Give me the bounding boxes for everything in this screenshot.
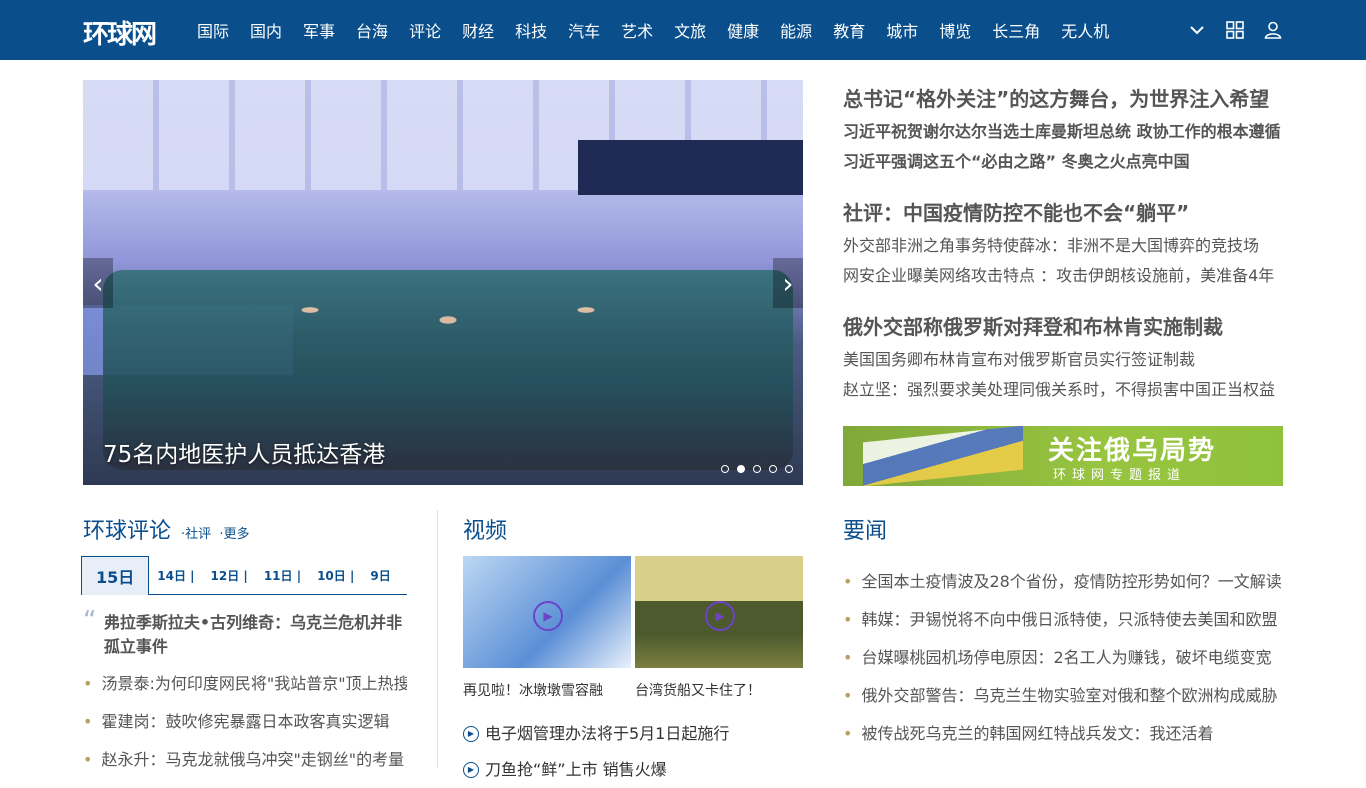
headline-sub[interactable]: 美国国务卿布林肯宣布对俄罗斯官员实行签证制裁 [843,345,1293,375]
date-tab[interactable]: 12日 | [203,567,256,594]
hero-image-sign [578,140,803,195]
video-thumbnail[interactable]: ▶ 再见啦！冰墩墩雪容融 [463,556,631,700]
nav-item-expo[interactable]: 博览 [939,18,971,42]
nav-item-military[interactable]: 军事 [303,18,335,42]
featured-commentary-link[interactable]: 弗拉季斯拉夫•古列维奇：乌克兰危机并非孤立事件 [104,611,407,659]
video-thumbnails: ▶ 再见啦！冰墩墩雪容融 ▶ 台湾货船又卡住了！ [463,556,803,700]
more-link[interactable]: 更多 [223,527,249,542]
play-icon: ▶ [533,601,563,631]
list-item[interactable]: 霍建岗：鼓吹修宪暴露日本政客真实逻辑 [83,703,407,741]
nav-item-finance[interactable]: 财经 [462,18,494,42]
carousel-prev-arrow-icon[interactable]: ‹ [83,258,113,308]
nav-item-education[interactable]: 教育 [833,18,865,42]
nav-item-international[interactable]: 国际 [197,18,229,42]
editorial-link[interactable]: 社评 [185,527,211,542]
headline-sub[interactable]: 习近平祝贺谢尔达尔当选土库曼斯坦总统 政协工作的根本遵循 [843,117,1293,147]
headline-title[interactable]: 社评：中国疫情防控不能也不会“躺平” [843,199,1293,227]
nav-item-city[interactable]: 城市 [886,18,918,42]
nav-item-art[interactable]: 艺术 [621,18,653,42]
date-tab[interactable]: 15日 [81,556,150,595]
carousel-dots [721,465,793,473]
carousel-dot[interactable] [785,465,793,473]
banner-flag-graphic [863,426,1023,486]
play-circle-icon: ▶ [463,726,479,742]
site-logo[interactable]: 环球网 [83,14,157,51]
nav-item-taiwan[interactable]: 台海 [356,18,388,42]
nav-item-auto[interactable]: 汽车 [568,18,600,42]
nav-item-drone[interactable]: 无人机 [1061,18,1109,42]
play-icon: ▶ [705,601,735,631]
top-headlines: 总书记“格外关注”的这方舞台，为世界注入希望 习近平祝贺谢尔达尔当选土库曼斯坦总… [843,85,1293,427]
nav-item-energy[interactable]: 能源 [780,18,812,42]
chevron-down-icon[interactable] [1188,18,1206,42]
banner-subtitle: 环球网专题报道 [1053,468,1187,483]
hero-carousel[interactable]: 75名内地医护人员抵达香港 ‹ › [83,80,803,485]
headline-sub[interactable]: 网安企业曝美网络攻击特点 ：攻击伊朗核设施前，美准备4年 [843,261,1293,291]
news-list: 全国本土疫情波及28个省份，疫情防控形势如何？一文解读 韩媒：尹锡悦将不向中俄日… [843,563,1283,753]
video-caption: 台湾货船又卡住了！ [635,683,761,699]
date-tab[interactable]: 9日 [362,567,398,594]
video-title[interactable]: 视频 [463,519,507,544]
date-tab[interactable]: 10日 | [309,567,362,594]
list-item[interactable]: 赵永升：马克龙就俄乌冲突"走钢丝"的考量 [83,741,407,779]
nav-item-domestic[interactable]: 国内 [250,18,282,42]
list-item[interactable]: 全国本土疫情波及28个省份，疫情防控形势如何？一文解读 [843,563,1283,601]
video-thumbnail-image: ▶ [463,556,631,668]
headline-sub[interactable]: 外交部非洲之角事务特使薛冰：非洲不是大国博弈的竞技场 [843,231,1293,261]
carousel-dot[interactable] [753,465,761,473]
user-icon[interactable] [1264,18,1282,42]
carousel-dot[interactable] [737,465,745,473]
video-list-item[interactable]: ▶ 刀鱼抢“鲜”上市 销售火爆 [463,752,803,788]
list-item[interactable]: 俄外交部警告：乌克兰生物实验室对俄和整个欧洲构成威胁 [843,677,1283,715]
grid-apps-icon[interactable] [1226,18,1244,42]
nav-links: 国际 国内 军事 台海 评论 财经 科技 汽车 艺术 文旅 健康 能源 教育 城… [197,0,1130,60]
news-section: 要闻 全国本土疫情波及28个省份，疫情防控形势如何？一文解读 韩媒：尹锡悦将不向… [843,513,1283,753]
banner-title: 关注俄乌局势 [1048,436,1217,466]
play-circle-icon: ▶ [463,762,479,778]
news-title[interactable]: 要闻 [843,519,887,544]
commentary-header: 环球评论 ·社评 ·更多 [83,513,407,545]
video-list-item[interactable]: ▶ 电子烟管理办法将于5月1日起施行 [463,716,803,752]
list-item[interactable]: 被传战死乌克兰的韩国网红特战兵发文：我还活着 [843,715,1283,753]
headline-title[interactable]: 总书记“格外关注”的这方舞台，为世界注入希望 [843,85,1293,113]
date-tabs: 15日 14日 | 12日 | 11日 | 10日 | 9日 [81,556,407,595]
carousel-dot[interactable] [721,465,729,473]
date-tab[interactable]: 11日 | [256,567,309,594]
carousel-next-arrow-icon[interactable]: › [773,258,803,308]
top-navigation-bar: 环球网 国际 国内 军事 台海 评论 财经 科技 汽车 艺术 文旅 健康 能源 … [0,0,1366,60]
list-item[interactable]: 汤景泰:为何印度网民将"我站普京"顶上热搜 [83,665,407,703]
russia-ukraine-topic-banner[interactable]: 关注俄乌局势 环球网专题报道 [843,426,1283,486]
headline-group: 俄外交部称俄罗斯对拜登和布林肯实施制裁 美国国务卿布林肯宣布对俄罗斯官员实行签证… [843,313,1293,405]
video-thumbnail-image: ▶ [635,556,803,668]
commentary-title[interactable]: 环球评论 [83,513,171,545]
headline-sub[interactable]: 赵立坚：强烈要求美处理同俄关系时，不得损害中国正当权益 [843,375,1293,405]
commentary-sublinks: ·社评 ·更多 [181,527,250,542]
commentary-list: 汤景泰:为何印度网民将"我站普京"顶上热搜 霍建岗：鼓吹修宪暴露日本政客真实逻辑… [83,665,407,779]
date-tab[interactable]: 14日 | [149,567,202,594]
carousel-dot[interactable] [769,465,777,473]
column-divider [437,510,438,768]
nav-item-tech[interactable]: 科技 [515,18,547,42]
featured-commentary: “ 弗拉季斯拉夫•古列维奇：乌克兰危机并非孤立事件 [83,606,407,659]
list-item[interactable]: 台媒曝桃园机场停电原因：2名工人为赚钱，破坏电缆变宽 [843,639,1283,677]
video-section: 视频 ▶ 再见啦！冰墩墩雪容融 ▶ 台湾货船又卡住了！ ▶ 电子烟管理办法将于5月… [463,513,803,788]
list-item[interactable]: 韩媒：尹锡悦将不向中俄日派特使，只派特使去美国和欧盟 [843,601,1283,639]
nav-item-travel[interactable]: 文旅 [674,18,706,42]
quote-mark-icon: “ [83,606,97,636]
headline-group: 总书记“格外关注”的这方舞台，为世界注入希望 习近平祝贺谢尔达尔当选土库曼斯坦总… [843,85,1293,177]
nav-item-yangtze-delta[interactable]: 长三角 [992,18,1040,42]
commentary-section: 环球评论 ·社评 ·更多 15日 14日 | 12日 | 11日 | 10日 |… [81,513,407,779]
headline-group: 社评：中国疫情防控不能也不会“躺平” 外交部非洲之角事务特使薛冰：非洲不是大国博… [843,199,1293,291]
headline-sub[interactable]: 习近平强调这五个“必由之路” 冬奥之火点亮中国 [843,147,1293,177]
nav-icons [1188,18,1282,42]
headline-title[interactable]: 俄外交部称俄罗斯对拜登和布林肯实施制裁 [843,313,1293,341]
video-list: ▶ 电子烟管理办法将于5月1日起施行 ▶ 刀鱼抢“鲜”上市 销售火爆 [463,716,803,788]
nav-item-health[interactable]: 健康 [727,18,759,42]
hero-caption[interactable]: 75名内地医护人员抵达香港 [103,435,385,469]
video-caption: 再见啦！冰墩墩雪容融 [463,683,603,699]
video-thumbnail[interactable]: ▶ 台湾货船又卡住了！ [635,556,803,700]
nav-item-commentary[interactable]: 评论 [409,18,441,42]
